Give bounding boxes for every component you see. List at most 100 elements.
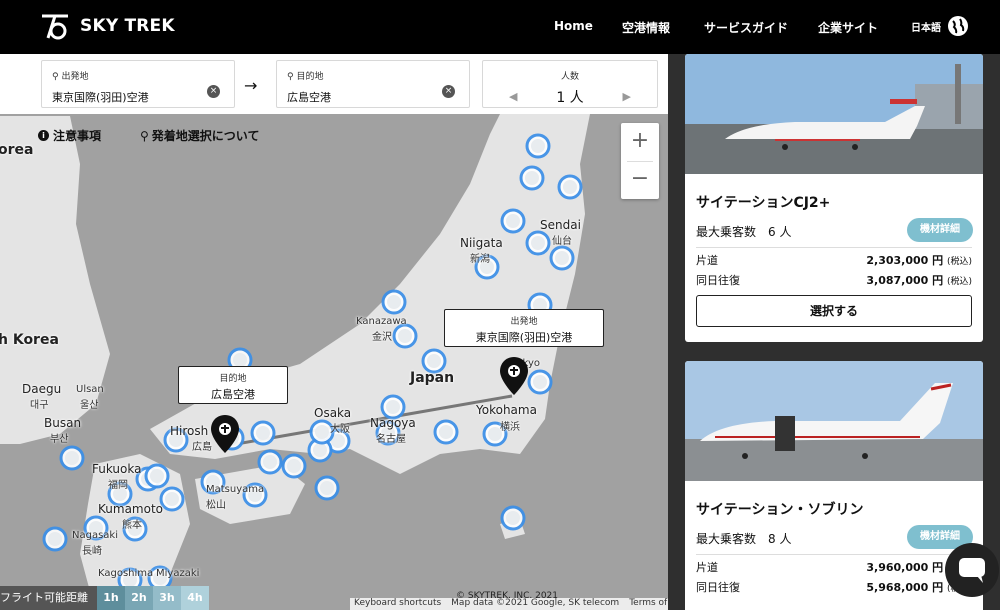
globe-icon[interactable] [947,15,969,37]
range-4h[interactable]: 4h [181,586,209,610]
map-label-daegu: Daegu [22,382,62,396]
airport-marker[interactable] [59,445,85,471]
passenger-label: 人数 [560,72,579,82]
airport-marker[interactable] [527,369,553,395]
map-label-kagoshima: Kagoshima [98,568,154,579]
aircraft-card: サイテーション・ソブリン 最大乗客数 8 人 機材詳細 片道 3,960,000… [685,361,983,610]
airport-marker[interactable] [500,505,526,531]
chat-button[interactable] [945,543,999,597]
range-2h[interactable]: 2h [125,586,153,610]
oneway-price: 2,303,000 円 (税込) [866,254,972,267]
map-label-matsuyama: Matsuyama [206,484,265,495]
airport-marker[interactable] [557,174,583,200]
nav-airport-info[interactable]: 空港情報 [622,19,670,36]
roundtrip-label: 同日往復 [696,581,740,594]
origin-selection-link[interactable]: ⚲ 発着地選択について [140,127,259,144]
capacity-text: 最大乗客数 6 人 [696,225,792,239]
aircraft-detail-button[interactable]: 機材詳細 [907,218,973,242]
destination-popup-value: 広島空港 [211,388,255,401]
clear-origin-icon[interactable]: × [207,85,220,98]
destination-field[interactable]: ⚲ 目的地 広島空港 × [276,60,470,108]
airport-marker[interactable] [381,289,407,315]
brand-logo[interactable]: SKY TREK [38,8,175,44]
oneway-label: 片道 [696,561,718,574]
map-label-busan: Busan [44,416,82,430]
airport-marker[interactable] [380,394,406,420]
nav-service-guide[interactable]: サービスガイド [704,19,788,36]
roundtrip-price: 3,087,000 円 (税込) [866,274,972,287]
airport-marker[interactable] [314,475,340,501]
brand-name: SKY TREK [80,16,175,36]
oneway-label: 片道 [696,254,718,267]
airport-marker[interactable] [500,208,526,234]
chat-bubble-icon [959,558,985,583]
aircraft-list: サイテーションCJ2+ 最大乗客数 6 人 機材詳細 片道 2,303,000 … [668,54,1000,610]
airport-marker[interactable] [549,245,575,271]
map-label-niigata-jp: 新潟 [470,254,490,265]
clear-destination-icon[interactable]: × [442,85,455,98]
map-label-japan: Japan [410,370,455,386]
origin-popup: 出発地 東京国際(羽田)空港 [444,309,604,347]
map-label-sendai-jp: 仙台 [552,236,572,247]
divider [696,554,972,555]
destination-pin-icon[interactable] [210,414,240,454]
map-label-kumamoto: Kumamoto [98,502,163,516]
origin-popup-label: 出発地 [510,317,538,327]
map-label-hiroshima-jp: 広島 [192,442,212,453]
map-label-matsuyama-jp: 松山 [206,500,226,511]
airport-marker[interactable] [250,420,276,446]
select-aircraft-button[interactable]: 選択する [696,295,972,327]
capacity-text: 最大乗客数 8 人 [696,532,792,546]
passenger-increment-icon[interactable]: ▶ [623,90,631,103]
range-3h[interactable]: 3h [153,586,181,610]
nav-corporate-site[interactable]: 企業サイト [818,19,878,36]
origin-field[interactable]: ⚲ 出発地 東京国際(羽田)空港 × [41,60,235,108]
skytrek-logo-icon [42,14,68,40]
airport-marker[interactable] [525,230,551,256]
map-attribution: Keyboard shortcuts Map data ©2021 Google… [350,598,691,610]
destination-popup: 目的地 広島空港 [178,366,288,404]
map-label-busan-kr: 부산 [50,434,69,445]
flight-range-legend: フライト可能距離 1h 2h 3h 4h [0,586,209,610]
map-label-yokohama-jp: 横浜 [500,422,520,433]
map-label-osaka-jp: 大阪 [330,424,350,435]
airport-marker[interactable] [42,526,68,552]
map-label-nagoya-jp: 名古屋 [376,434,406,445]
map-label-fukuoka-jp: 福岡 [108,480,128,491]
airport-marker[interactable] [519,165,545,191]
range-1h[interactable]: 1h [97,586,125,610]
airport-marker[interactable] [392,323,418,349]
map-data-text: Map data ©2021 Google, SK telecom [451,598,620,608]
map-label-north-korea: h Korea [0,332,59,348]
zoom-in-button[interactable]: + [621,123,659,161]
airport-marker[interactable] [159,486,185,512]
zoom-out-button[interactable]: − [621,161,659,199]
airport-marker[interactable] [421,348,447,374]
airport-marker[interactable] [433,419,459,445]
keyboard-shortcuts-link[interactable]: Keyboard shortcuts [354,598,441,610]
roundtrip-label: 同日往復 [696,274,740,287]
passenger-field[interactable]: 人数 ◀ 1 人 ▶ [482,60,658,108]
aircraft-name: サイテーション・ソブリン [696,502,864,518]
origin-popup-value: 東京国際(羽田)空港 [475,331,573,344]
map-label-ulsan-kr: 울산 [80,400,99,411]
airport-marker[interactable] [257,449,283,475]
airport-marker[interactable] [525,133,551,159]
destination-label: ⚲ 目的地 [287,72,324,82]
map-label-kanazawa-jp: 金沢 [372,332,392,343]
map-label-kumamoto-jp: 熊本 [122,520,142,531]
origin-pin-icon[interactable] [499,356,529,396]
route-arrow-icon: → [244,76,258,95]
map-label-fukuoka: Fukuoka [92,462,142,476]
flight-range-label: フライト可能距離 [0,586,97,610]
airport-marker[interactable] [281,453,307,479]
aircraft-name: サイテーションCJ2+ [696,195,831,211]
airport-marker[interactable] [144,463,170,489]
notice-link[interactable]: i 注意事項 [38,127,101,144]
nav-home[interactable]: Home [554,19,593,33]
info-icon: i [38,130,49,141]
aircraft-photo [685,54,983,174]
map-label-nagoya: Nagoya [370,416,416,430]
language-label[interactable]: 日本語 [911,19,941,34]
origin-value: 東京国際(羽田)空港 [52,91,149,104]
